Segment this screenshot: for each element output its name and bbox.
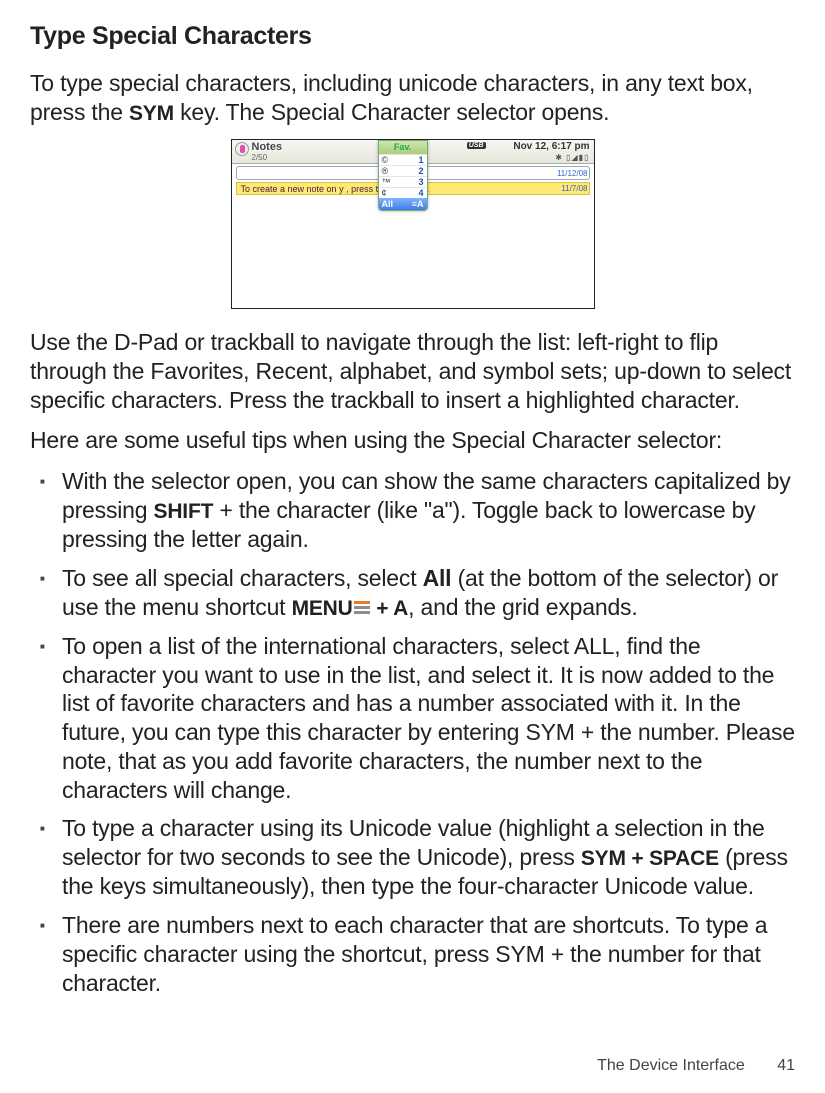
popup-number: 1 <box>418 155 423 165</box>
key-label: SYM + SPACE <box>581 847 719 870</box>
tip-item: To type a character using its Unicode va… <box>34 814 795 901</box>
special-char-popup: Fav. ©1®2™3¢4 All ≡A <box>378 140 428 211</box>
clock-label: Nov 12, 6:17 pm <box>513 141 589 152</box>
tip-item: To open a list of the international char… <box>34 632 795 805</box>
device-screenshot: Notes 2/50 USB Nov 12, 6:17 pm ✱ ▯◢▮▯ 11… <box>231 139 595 309</box>
paragraph-tips-lead: Here are some useful tips when using the… <box>30 426 795 455</box>
popup-row: ¢4 <box>379 187 427 198</box>
footer-section: The Device Interface <box>597 1057 745 1074</box>
popup-symbol: ™ <box>382 177 391 187</box>
page-footer: The Device Interface 41 <box>597 1057 795 1075</box>
popup-row: ™3 <box>379 176 427 187</box>
popup-symbol: ¢ <box>382 188 387 198</box>
bold-label: All <box>423 565 452 591</box>
intro-paragraph: To type special characters, including un… <box>30 69 795 127</box>
popup-header-label: Fav. <box>394 142 411 152</box>
app-title: Notes <box>252 141 283 153</box>
popup-number: 2 <box>418 166 423 176</box>
key-label: MENU <box>292 597 353 620</box>
popup-row: ®2 <box>379 165 427 176</box>
tip-text: There are numbers next to each character… <box>62 912 767 996</box>
note-date-2: 11/7/08 <box>561 184 587 193</box>
popup-symbol: ® <box>382 166 389 176</box>
popup-number: 3 <box>418 177 423 187</box>
tip-text: To see all special characters, select <box>62 565 423 591</box>
popup-header: Fav. <box>379 141 427 154</box>
intro-text-b: key. The Special Character selector open… <box>174 99 609 125</box>
key-label: SHIFT <box>154 500 214 523</box>
popup-number: 4 <box>418 188 423 198</box>
note-counter: 2/50 <box>252 153 268 162</box>
usb-badge: USB <box>467 142 486 149</box>
status-icons: ✱ ▯◢▮▯ <box>555 153 589 162</box>
paragraph-usage: Use the D-Pad or trackball to navigate t… <box>30 328 795 414</box>
tip-item: There are numbers next to each character… <box>34 911 795 997</box>
tip-text: To open a list of the international char… <box>62 633 795 803</box>
page-title: Type Special Characters <box>30 22 795 51</box>
key-label: + A <box>371 597 409 620</box>
tips-list: With the selector open, you can show the… <box>34 467 795 997</box>
popup-footer: All ≡A <box>379 198 427 210</box>
popup-symbol: © <box>382 155 389 165</box>
footer-page-number: 41 <box>777 1057 795 1074</box>
popup-all-label: All <box>382 198 394 210</box>
tip-item: With the selector open, you can show the… <box>34 467 795 554</box>
app-icon <box>235 142 249 156</box>
menu-icon <box>354 601 370 615</box>
tip-text: , and the grid expands. <box>408 594 637 620</box>
sym-key-label: SYM <box>129 102 174 125</box>
popup-row: ©1 <box>379 154 427 165</box>
screenshot-figure: Notes 2/50 USB Nov 12, 6:17 pm ✱ ▯◢▮▯ 11… <box>30 139 795 314</box>
tip-item: To see all special characters, select Al… <box>34 564 795 622</box>
popup-shortcut-label: ≡A <box>412 198 424 210</box>
note-date-1: 11/12/08 <box>557 169 588 178</box>
